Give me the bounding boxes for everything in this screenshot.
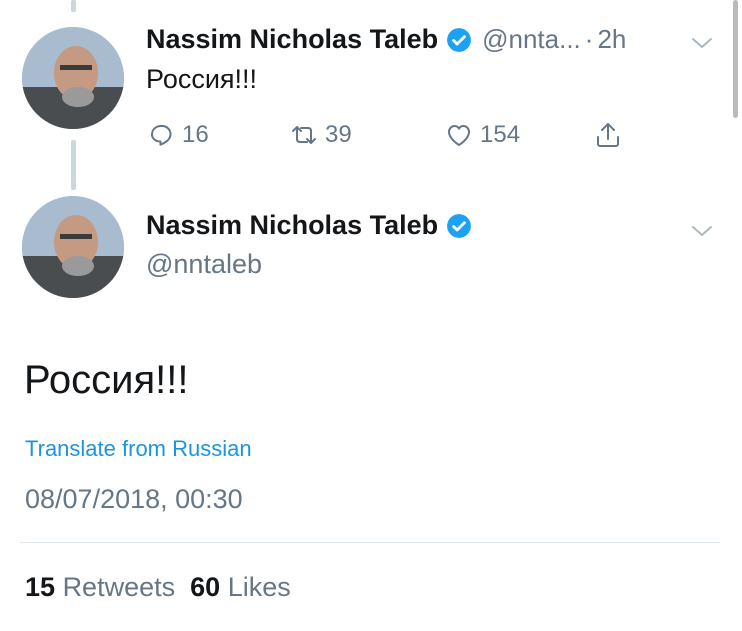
thread-line-top [71, 0, 76, 12]
avatar[interactable] [22, 27, 124, 129]
share-button[interactable] [593, 120, 629, 150]
retweet-icon [292, 126, 316, 144]
tweet-time[interactable]: 2h [597, 24, 626, 55]
divider [20, 542, 720, 543]
tweet-header: Nassim Nicholas Taleb [146, 210, 472, 241]
likes-stat[interactable]: 60 Likes [190, 572, 291, 602]
separator-dot: · [584, 24, 594, 54]
chevron-down-icon[interactable] [690, 224, 714, 238]
scrollbar[interactable] [733, 0, 738, 118]
verified-badge-icon [447, 27, 472, 52]
author-handle[interactable]: @nntaleb [146, 249, 262, 280]
avatar[interactable] [22, 196, 124, 298]
reply-count: 16 [182, 121, 209, 148]
likes-count: 60 [190, 572, 221, 602]
retweets-stat[interactable]: 15 Retweets [25, 572, 175, 602]
verified-badge-icon [447, 213, 472, 238]
tweet-stats: 15 Retweets 60 Likes [25, 572, 291, 603]
avatar-photo-icon [22, 27, 124, 129]
retweet-count: 39 [325, 121, 352, 148]
author-name[interactable]: Nassim Nicholas Taleb [146, 210, 438, 241]
share-icon [597, 123, 619, 147]
like-count: 154 [480, 121, 521, 148]
reply-button[interactable]: 16 [146, 120, 209, 150]
tweet-timestamp: 08/07/2018, 00:30 [25, 484, 243, 514]
thread-line-connector [71, 140, 76, 190]
retweet-button[interactable]: 39 [289, 120, 352, 150]
reply-icon [151, 125, 172, 146]
likes-label: Likes [227, 572, 291, 602]
tweet-text: Россия!!! [24, 358, 189, 402]
like-button[interactable]: 154 [444, 120, 520, 150]
retweets-label: Retweets [62, 572, 176, 602]
author-name[interactable]: Nassim Nicholas Taleb [146, 24, 438, 55]
retweets-count: 15 [25, 572, 56, 602]
avatar-photo-icon [22, 196, 124, 298]
like-icon [448, 125, 470, 146]
tweet-text: Россия!!! [146, 64, 258, 94]
author-handle[interactable]: @nnta... [482, 24, 581, 55]
translate-link[interactable]: Translate from Russian [25, 436, 252, 462]
tweet-header: Nassim Nicholas Taleb @nnta... · 2h [146, 24, 626, 55]
chevron-down-icon[interactable] [690, 36, 714, 50]
